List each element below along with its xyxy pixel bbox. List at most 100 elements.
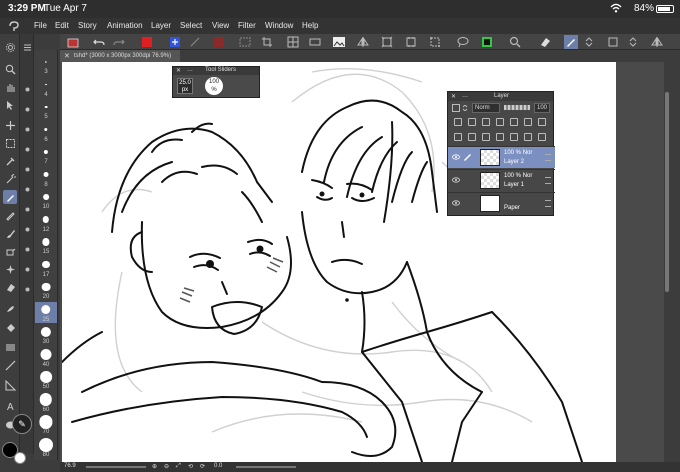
- layer-row[interactable]: Paper: [448, 192, 555, 214]
- search-icon[interactable]: [508, 35, 522, 49]
- brush-size-preset[interactable]: 17: [35, 257, 57, 278]
- pen-tool-icon[interactable]: [3, 190, 17, 204]
- menu-icon[interactable]: …: [462, 93, 468, 99]
- rotate-icon[interactable]: ⟲: [188, 463, 193, 470]
- pencil-tool-icon[interactable]: [3, 208, 17, 222]
- eraser-icon[interactable]: [538, 35, 552, 49]
- brush-size-preset[interactable]: 30: [35, 324, 57, 345]
- brush-size-preset[interactable]: 5: [35, 99, 57, 120]
- text-tool-icon[interactable]: A: [3, 398, 17, 412]
- trash-icon[interactable]: [538, 133, 546, 141]
- zoom-in-icon[interactable]: ⊕: [152, 463, 157, 470]
- brush-size-preset[interactable]: 40: [35, 347, 57, 368]
- close-panel-icon[interactable]: ✕: [176, 67, 181, 74]
- menu-edit[interactable]: Edit: [55, 21, 69, 30]
- brush-size-preset[interactable]: 12: [35, 212, 57, 233]
- zoom-value[interactable]: 76.9: [64, 463, 76, 469]
- brush-size-preset[interactable]: 50: [35, 369, 57, 390]
- selection-clear-icon[interactable]: [238, 35, 252, 49]
- ruler-icon[interactable]: [308, 35, 322, 49]
- rotation-value[interactable]: 0.0: [214, 463, 222, 469]
- home-icon[interactable]: [66, 35, 80, 49]
- pen-pressure-icon[interactable]: [564, 35, 578, 49]
- canvas-area[interactable]: [60, 62, 666, 462]
- merge-icon[interactable]: [524, 133, 532, 141]
- pressure-stepper-icon[interactable]: [582, 35, 596, 49]
- transfer-down-icon[interactable]: [510, 133, 518, 141]
- eraser-tool-icon[interactable]: [3, 280, 17, 294]
- new-vector-layer-icon[interactable]: [482, 133, 490, 141]
- menu-animation[interactable]: Animation: [107, 21, 143, 30]
- layer-row[interactable]: 100 % Nor Layer 2: [448, 146, 555, 168]
- subtool-icon[interactable]: [22, 144, 32, 154]
- blend-mode-select[interactable]: Norm: [472, 103, 500, 113]
- square-brush-icon[interactable]: [606, 35, 620, 49]
- zoom-slider[interactable]: [86, 466, 146, 468]
- pen-icon[interactable]: [463, 152, 472, 161]
- menu-select[interactable]: Select: [180, 21, 202, 30]
- new-raster-layer-icon[interactable]: [468, 133, 476, 141]
- new-folder-icon[interactable]: [496, 133, 504, 141]
- document-tab[interactable]: ✕ tshd* (3000 x 3000px 300dpi 76.9%): [60, 50, 180, 62]
- gradient-tool-icon[interactable]: [3, 340, 17, 354]
- app-logo-icon[interactable]: [8, 20, 20, 32]
- brush-size-preset[interactable]: 8: [35, 167, 57, 188]
- reference-icon[interactable]: [480, 35, 494, 49]
- drag-handle-icon[interactable]: [545, 177, 551, 184]
- figure-tool-icon[interactable]: [3, 358, 17, 372]
- opacity-control[interactable]: 100 %: [205, 77, 223, 95]
- ruler-layer-icon[interactable]: [538, 118, 546, 126]
- eye-icon[interactable]: [452, 154, 460, 160]
- frame-icon[interactable]: [404, 35, 418, 49]
- brush-size-preset[interactable]: 15: [35, 234, 57, 255]
- fill-tool-icon[interactable]: [3, 320, 17, 334]
- brush-size-preset[interactable]: 80: [35, 437, 57, 458]
- red-swatch-icon[interactable]: [140, 35, 154, 49]
- brush-size-preset[interactable]: 10: [35, 189, 57, 210]
- drag-handle-icon[interactable]: [545, 154, 551, 161]
- hand-tool-icon[interactable]: [3, 80, 17, 94]
- frame-border-tool-icon[interactable]: [3, 378, 17, 392]
- mask-icon[interactable]: [524, 118, 532, 126]
- drag-handle-icon[interactable]: [545, 200, 551, 207]
- panel-header[interactable]: ✕ … Layer: [448, 92, 553, 101]
- clear-icon[interactable]: [188, 35, 202, 49]
- layer-row[interactable]: 100 % Nor Layer 1: [448, 169, 555, 191]
- reference-layer-icon[interactable]: [468, 118, 476, 126]
- fit-icon[interactable]: [380, 35, 394, 49]
- subtool-menu-icon[interactable]: [22, 42, 32, 52]
- brush-size-preset[interactable]: 25: [35, 301, 57, 323]
- draft-layer-icon[interactable]: [482, 118, 490, 126]
- rotate-right-icon[interactable]: ⟳: [200, 463, 205, 470]
- brush-size-preset[interactable]: 7: [35, 144, 57, 165]
- menu-view[interactable]: View: [212, 21, 229, 30]
- menu-window[interactable]: Window: [265, 21, 293, 30]
- lock-icon[interactable]: [496, 118, 504, 126]
- eyedropper-tool-icon[interactable]: [3, 154, 17, 168]
- subtool-icon[interactable]: [22, 224, 32, 234]
- brush-size-preset[interactable]: 3: [35, 54, 57, 75]
- move-tool-icon[interactable]: [3, 118, 17, 132]
- rotation-slider[interactable]: [236, 466, 296, 468]
- vertical-scrollbar[interactable]: [664, 62, 670, 462]
- brush-size-preset[interactable]: 6: [35, 122, 57, 143]
- menu-help[interactable]: Help: [302, 21, 318, 30]
- redo-icon[interactable]: [112, 35, 126, 49]
- fit-screen-icon[interactable]: ⤢: [176, 463, 181, 470]
- undo-icon[interactable]: [92, 35, 106, 49]
- transform-select-icon[interactable]: [428, 35, 442, 49]
- scroll-thumb[interactable]: [665, 92, 669, 292]
- subtool-icon[interactable]: [22, 184, 32, 194]
- quick-access-button[interactable]: ✎: [12, 414, 32, 434]
- layer-opacity-slider[interactable]: [504, 105, 530, 110]
- settings-icon[interactable]: [3, 40, 17, 54]
- brush-size-preset[interactable]: 4: [35, 77, 57, 98]
- grid-icon[interactable]: [286, 35, 300, 49]
- sub-color-chip[interactable]: [14, 452, 26, 464]
- menu-file[interactable]: File: [34, 21, 47, 30]
- eye-icon[interactable]: [452, 200, 460, 206]
- shape-stepper-icon[interactable]: [626, 35, 640, 49]
- fill-icon[interactable]: [212, 35, 226, 49]
- menu-icon[interactable]: …: [187, 67, 193, 73]
- clip-icon[interactable]: [454, 118, 462, 126]
